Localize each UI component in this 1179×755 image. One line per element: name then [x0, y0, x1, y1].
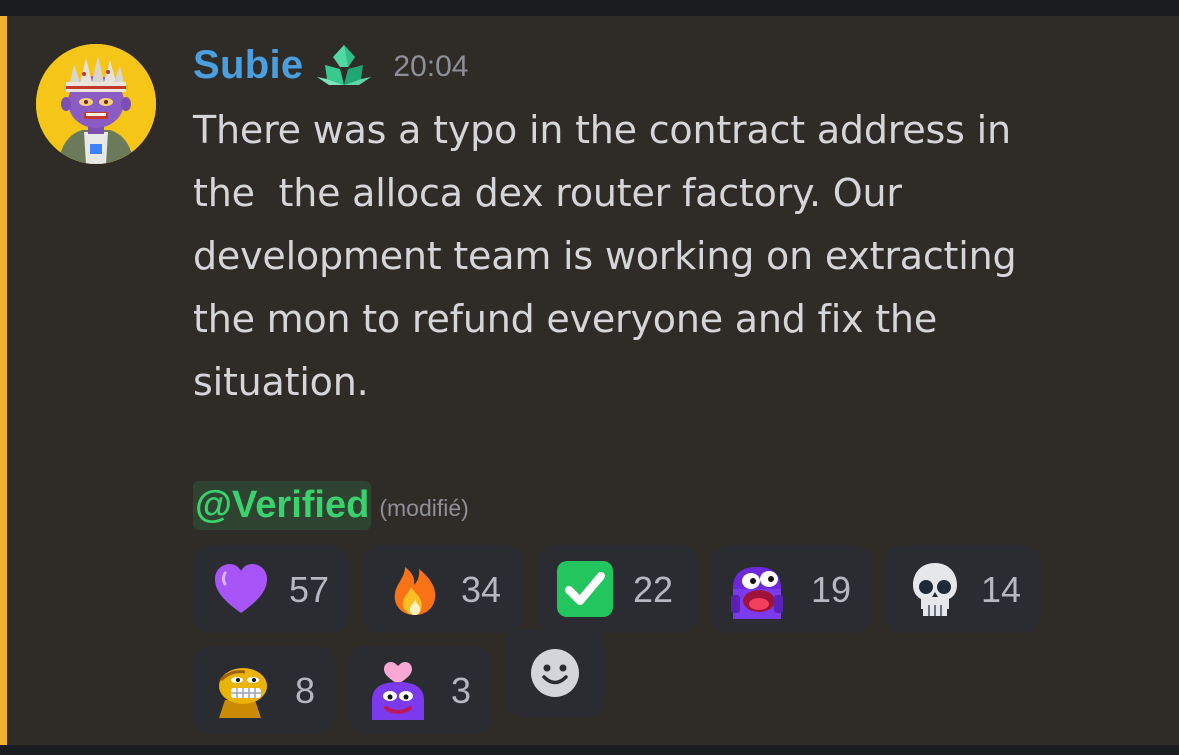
reaction-count: 34: [461, 569, 502, 610]
timestamp: 20:04: [393, 50, 469, 83]
green-crystal-icon[interactable]: [315, 43, 373, 87]
reaction-count: 3: [451, 670, 472, 711]
reaction-pepe-heart[interactable]: 3: [348, 646, 492, 734]
check-mark-button-icon: [557, 561, 613, 617]
reaction-check-mark[interactable]: 22: [537, 545, 698, 633]
purple-heart-icon: [215, 564, 267, 613]
avatar[interactable]: [36, 44, 156, 164]
edited-label: (modifié): [379, 494, 469, 521]
reaction-count: 22: [633, 569, 674, 610]
add-reaction-button[interactable]: [505, 629, 605, 717]
reaction-count: 14: [981, 569, 1022, 610]
reaction-pepe-scream[interactable]: 19: [711, 545, 872, 633]
reaction-grimace[interactable]: 8: [193, 646, 335, 734]
reaction-count: 19: [811, 569, 852, 610]
reaction-count: 57: [289, 569, 330, 610]
role-mention[interactable]: @Verified: [193, 480, 372, 530]
skull-icon: [913, 563, 957, 616]
reaction-skull[interactable]: 14: [885, 545, 1041, 633]
smiley-face-icon: [531, 649, 579, 697]
top-divider: [0, 0, 1179, 16]
username[interactable]: Subie: [193, 43, 303, 88]
fire-icon: [394, 567, 436, 615]
reaction-count: 8: [295, 670, 316, 711]
avatar-image: [36, 44, 156, 164]
reaction-fire[interactable]: 34: [363, 545, 524, 633]
mention-highlight-bar: [0, 16, 7, 745]
grimace-face-icon: [219, 668, 267, 718]
mention-line: @Verified (modifié): [193, 477, 469, 533]
reaction-purple-heart[interactable]: 57: [193, 545, 350, 633]
message-content: There was a typo in the contract address…: [193, 108, 1017, 404]
message-header: Subie 20:04: [193, 40, 468, 90]
bottom-divider: [0, 745, 1179, 755]
pepe-scream-icon: [731, 567, 783, 619]
pepe-heart-icon: [372, 662, 424, 720]
